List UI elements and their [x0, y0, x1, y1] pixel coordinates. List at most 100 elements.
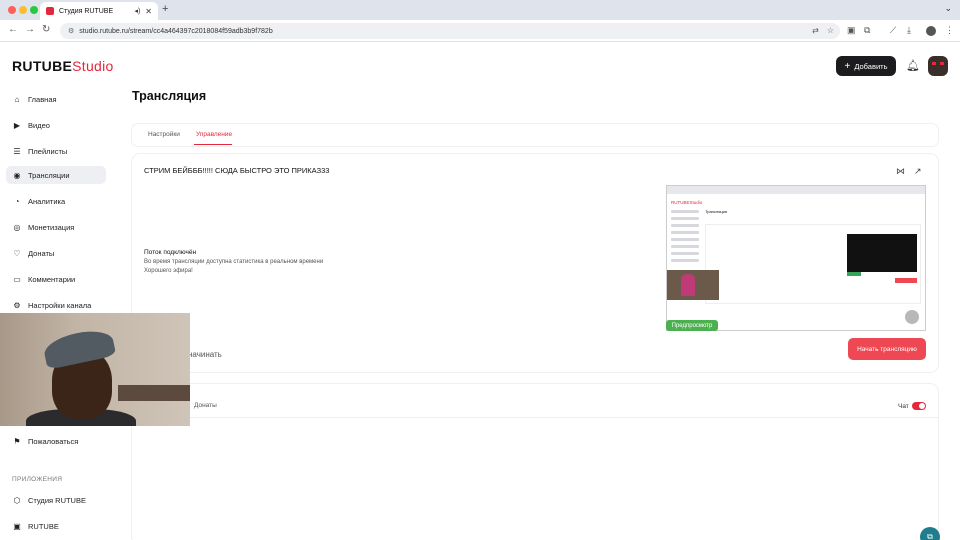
window-close-button[interactable] [8, 6, 16, 14]
rutube-app-icon: ▣ [13, 521, 21, 531]
sidebar-item-home[interactable]: ⌂ Главная [6, 90, 106, 108]
studio-app-icon: ⬡ [13, 495, 21, 505]
reload-icon[interactable]: ↻ [42, 24, 50, 35]
preview-video-frame [847, 234, 917, 272]
preview-logo: RUTUBEStudio [671, 200, 703, 205]
window-maximize-button[interactable] [30, 6, 38, 14]
stream-tabs: Настройки Управление [132, 124, 938, 146]
comment-icon: ▭ [13, 274, 21, 284]
broadcast-icon: ◉ [13, 170, 21, 180]
gear-icon: ⚙ [13, 300, 21, 310]
preview-webcam [667, 270, 719, 300]
sidebar-item-channel-settings[interactable]: ⚙ Настройки канала [6, 296, 106, 314]
page-title: Трансляция [132, 89, 207, 103]
sidebar-item-label: Пожаловаться [28, 436, 79, 446]
support-chat-icon[interactable]: ⧉ [920, 527, 940, 540]
video-icon: ▶ [13, 120, 21, 130]
site-info-icon[interactable]: ⚙ [68, 27, 74, 35]
preview-sidebar-line [671, 224, 699, 227]
preview-avatar-circle [905, 310, 919, 324]
sidebar-item-label: Донаты [28, 248, 55, 258]
preview-sidebar-line [671, 210, 699, 213]
chat-toggle[interactable] [912, 402, 926, 410]
preview-mini-badge [847, 272, 861, 276]
preview-mini-button [895, 278, 917, 283]
playlist-icon: ☰ [13, 146, 21, 156]
notifications-bell-icon[interactable]: 🔔︎ [906, 59, 920, 72]
divider [132, 417, 938, 418]
browser-toolbar: ← → ↻ ⚙ studio.rutube.ru/stream/cc4a4643… [0, 20, 960, 42]
stream-card: СТРИМ БЕЙБББ!!!!! СЮДА БЫСТРО ЭТО ПРИКАЗ… [132, 154, 938, 372]
preview-page-title: Трансляция [705, 209, 728, 214]
start-hint-text: начинать [188, 350, 222, 359]
sidebar-item-label: Монетизация [28, 222, 75, 232]
tab-management[interactable]: Управление [196, 131, 232, 138]
sidebar-app-rutube[interactable]: ▣ RUTUBE [6, 517, 106, 535]
chat-donations-card: Донаты Чат [132, 384, 938, 540]
profile-icon[interactable] [926, 26, 936, 36]
sidebar-item-donations[interactable]: ♡ Донаты [6, 244, 106, 262]
webcam-shelf [118, 385, 190, 401]
sidebar-item-report[interactable]: ⚑ Пожаловаться [6, 432, 106, 450]
preview-sidebar-line [671, 259, 699, 262]
url-text: studio.rutube.ru/stream/cc4a464397c20180… [79, 27, 273, 35]
bookmark-star-icon[interactable]: ☆ [827, 26, 834, 35]
logo-main-text: RUTUBE [12, 58, 73, 74]
preview-badge: Предпросмотр [666, 320, 718, 331]
webcam-overlay [0, 313, 190, 426]
avatar[interactable] [928, 56, 948, 76]
sidebar-item-label: Настройки канала [28, 300, 92, 310]
stream-status-line: Во время трансляции доступна статистика … [144, 259, 324, 265]
speaker-icon[interactable]: ◂) [134, 7, 140, 15]
puzzle-extensions-icon[interactable]: ⧉ [864, 25, 870, 36]
flag-icon: ⚑ [13, 436, 21, 446]
chat-toggle-label: Чат [898, 403, 909, 410]
sidebar-item-comments[interactable]: ▭ Комментарии [6, 270, 106, 288]
sidebar-item-label: Студия RUTUBE [28, 495, 86, 505]
sidebar-item-label: Комментарии [28, 274, 76, 284]
external-link-icon[interactable]: ↗ [914, 166, 922, 177]
new-tab-icon[interactable]: + [162, 3, 168, 15]
download-icon[interactable]: ⤓ [907, 25, 911, 36]
browser-tab-bar: Студия RUTUBE ◂) ✕ + ⌄ [0, 0, 960, 20]
sidebar-item-monetization[interactable]: ◎ Монетизация [6, 218, 106, 236]
preview-browser-bar [667, 186, 925, 194]
pin-icon[interactable]: ⟋ [890, 25, 896, 36]
apps-section-heading: ПРИЛОЖЕНИЯ [12, 476, 63, 483]
share-icon[interactable]: ⋈ [896, 166, 905, 177]
sidebar-item-playlists[interactable]: ☰ Плейлисты [6, 142, 106, 160]
start-broadcast-button[interactable]: Начать трансляцию [848, 338, 926, 360]
tab-donations[interactable]: Донаты [194, 402, 217, 409]
preview-sidebar-line [671, 252, 699, 255]
sidebar-item-broadcasts[interactable]: ◉ Трансляции [6, 166, 106, 184]
address-bar[interactable]: ⚙ studio.rutube.ru/stream/cc4a464397c201… [60, 23, 840, 39]
sidebar-item-label: Видео [28, 120, 50, 130]
plus-icon: + [844, 60, 851, 72]
translate-icon[interactable]: ⇄ [812, 26, 819, 35]
tab-settings[interactable]: Настройки [148, 131, 180, 138]
tab-search-chevron-icon[interactable]: ⌄ [944, 3, 952, 14]
preview-sidebar-line [671, 245, 699, 248]
rutube-studio-logo[interactable]: RUTUBEStudio [12, 58, 114, 74]
preview-sidebar-line [671, 231, 699, 234]
sidebar-item-video[interactable]: ▶ Видео [6, 116, 106, 134]
back-arrow-icon[interactable]: ← [8, 24, 18, 35]
sidebar-item-label: Главная [28, 94, 57, 104]
preview-sidebar-line [671, 238, 699, 241]
stream-preview[interactable]: RUTUBEStudio Трансляция [666, 185, 926, 331]
add-button[interactable]: + Добавить [836, 56, 896, 76]
stream-status-heading: Поток подключён [144, 249, 197, 256]
rutube-favicon-icon [46, 7, 54, 15]
active-tab-underline [194, 144, 232, 145]
browser-menu-icon[interactable]: ⋮ [945, 25, 954, 36]
add-button-label: Добавить [854, 61, 888, 71]
sidebar-item-analytics[interactable]: ◔ Аналитика [6, 192, 106, 210]
analytics-icon: ◔ [14, 196, 20, 206]
extension-icon[interactable]: ▣ [847, 25, 856, 36]
close-tab-icon[interactable]: ✕ [145, 7, 152, 16]
browser-tab[interactable]: Студия RUTUBE ◂) ✕ [40, 2, 158, 20]
window-minimize-button[interactable] [19, 6, 27, 14]
coin-icon: ◎ [13, 222, 21, 232]
sidebar-app-studio[interactable]: ⬡ Студия RUTUBE [6, 491, 106, 509]
forward-arrow-icon[interactable]: → [25, 24, 35, 35]
